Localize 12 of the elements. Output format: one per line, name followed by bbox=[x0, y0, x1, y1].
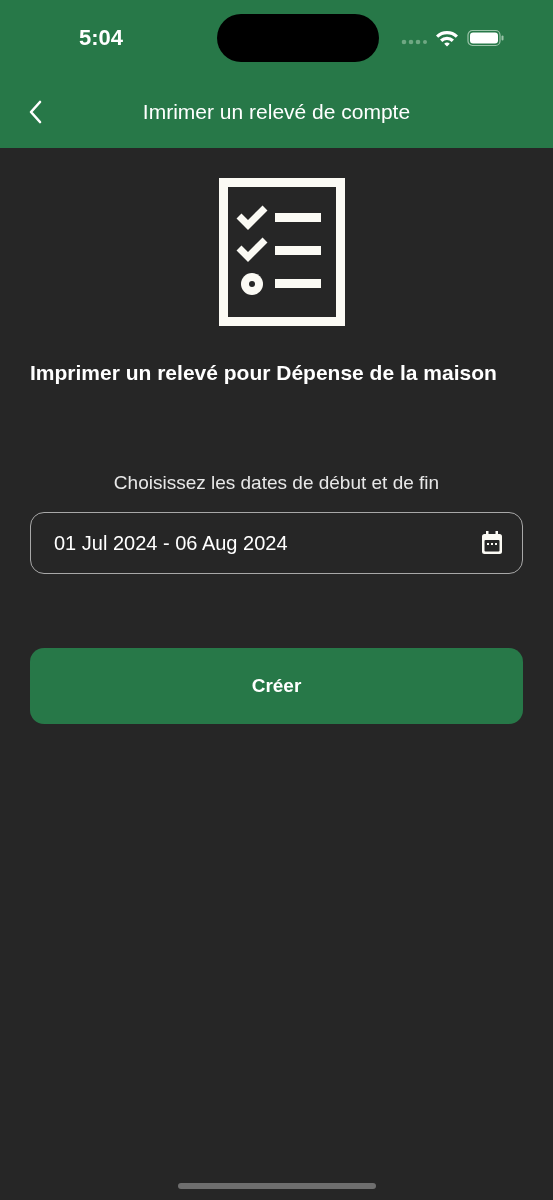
create-button[interactable]: Créer bbox=[30, 648, 523, 724]
nav-title: Imrimer un relevé de compte bbox=[142, 100, 411, 124]
date-range-field[interactable]: 01 Jul 2024 - 06 Aug 2024 bbox=[30, 512, 523, 574]
back-button[interactable] bbox=[28, 100, 42, 124]
date-range-label: Choisissez les dates de début et de fin bbox=[112, 472, 441, 494]
status-time: 5:04 bbox=[79, 25, 125, 51]
calendar-icon[interactable] bbox=[480, 530, 504, 556]
wifi-icon bbox=[435, 29, 459, 47]
signal-icon bbox=[401, 38, 427, 45]
checklist-icon bbox=[218, 178, 345, 326]
heading: Imprimer un relevé pour Dépense de la maison bbox=[30, 360, 498, 386]
battery-icon bbox=[467, 29, 505, 47]
